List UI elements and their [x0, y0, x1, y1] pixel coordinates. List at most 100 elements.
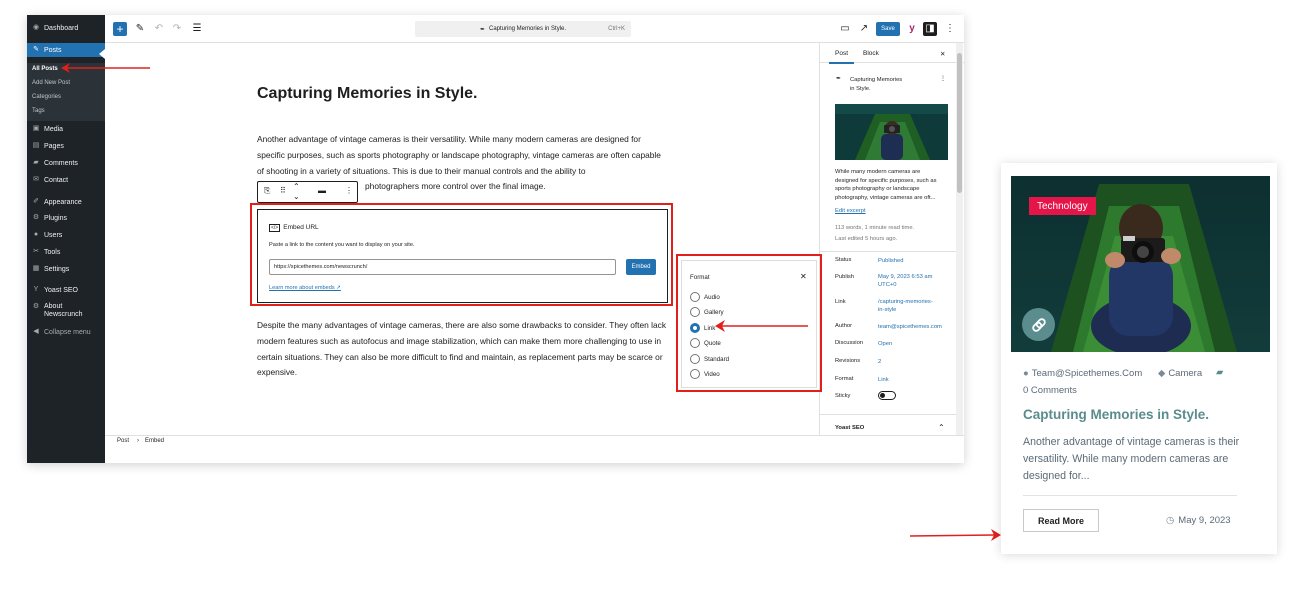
user-icon: ● [1023, 368, 1029, 379]
comment-icon: ▰ [1216, 367, 1224, 378]
card-divider [1023, 495, 1237, 496]
dashboard-icon: ◉ [32, 24, 40, 31]
format-option-link[interactable]: Link [690, 323, 715, 333]
align-icon[interactable]: ▬ [318, 186, 326, 195]
block-options-icon[interactable]: ⋮ [345, 186, 353, 195]
link-format-badge[interactable] [1022, 308, 1055, 341]
card-excerpt: Another advantage of vintage cameras is … [1023, 436, 1240, 482]
scrollbar-thumb[interactable] [957, 53, 962, 193]
document-overview-icon[interactable]: ☰ [190, 22, 204, 36]
card-title[interactable]: Capturing Memories in Style. [1023, 407, 1209, 422]
arrow-to-card [910, 529, 1001, 541]
pen-tool-icon[interactable]: ✎ [133, 22, 147, 36]
paragraph-block-2[interactable]: Despite the many advantages of vintage c… [257, 318, 669, 381]
collapse-icon: ◀ [33, 328, 39, 335]
pin-icon: ✎ [33, 46, 39, 53]
excerpt-text: While many modern cameras are designed f… [835, 169, 937, 201]
submenu-all-posts[interactable]: All Posts [32, 66, 58, 72]
external-link-icon[interactable]: ↗ [857, 22, 871, 36]
format-option-quote[interactable]: Quote [690, 338, 721, 348]
menu-users[interactable]: ● Users [27, 228, 105, 242]
submenu-tags[interactable]: Tags [32, 108, 45, 114]
wrench-icon: ✂ [33, 248, 39, 255]
embed-block-icon[interactable]: ⎘ [264, 186, 270, 196]
undo-icon[interactable]: ↶ [152, 22, 166, 36]
radio[interactable] [690, 292, 700, 302]
tab-block[interactable]: Block [863, 50, 879, 57]
preview-icon[interactable]: ▭ [838, 22, 852, 36]
status-value[interactable]: Published [878, 257, 903, 265]
submenu-categories[interactable]: Categories [32, 94, 61, 100]
format-value[interactable]: Link [878, 376, 889, 384]
link-value[interactable]: /capturing-memories-in-style [878, 298, 933, 314]
menu-appearance[interactable]: ✐ Appearance [27, 195, 105, 209]
card-comments[interactable]: 0 Comments [1023, 385, 1077, 396]
menu-dashboard[interactable]: ◉ Dashboard [27, 21, 105, 35]
radio[interactable] [690, 307, 700, 317]
category-tag[interactable]: Technology [1029, 197, 1096, 215]
edit-excerpt-link[interactable]: Edit excerpt [835, 208, 866, 214]
format-option-gallery[interactable]: Gallery [690, 307, 724, 317]
move-up-down-icon[interactable]: ⌃ ⌄ [293, 182, 300, 202]
link-icon [1031, 317, 1046, 332]
radio-selected[interactable] [690, 323, 700, 333]
revisions-value[interactable]: 2 [878, 358, 881, 366]
paragraph-block-1[interactable]: Another advantage of vintage cameras is … [257, 132, 669, 191]
breadcrumb-post[interactable]: Post [117, 438, 129, 444]
discussion-value[interactable]: Open [878, 340, 892, 348]
plugin-icon: ⚙ [32, 214, 40, 221]
yoast-panel-title[interactable]: Yoast SEO [835, 425, 864, 431]
tab-post[interactable]: Post [828, 50, 855, 64]
settings-panel-icon[interactable]: ◨ [923, 22, 937, 36]
post-summary-icon: ✒ [836, 76, 841, 82]
format-option-video[interactable]: Video [690, 369, 720, 379]
menu-yoast[interactable]: Y Yoast SEO [27, 283, 105, 297]
feather-icon: ✒ [479, 26, 485, 33]
menu-posts[interactable]: ✎ Posts [27, 43, 105, 57]
menu-comments[interactable]: ▰ Comments [27, 156, 105, 170]
menu-plugins[interactable]: ⚙ Plugins [27, 211, 105, 225]
redo-icon[interactable]: ↷ [170, 22, 184, 36]
add-block-button[interactable]: + [113, 22, 127, 36]
close-icon[interactable]: ✕ [800, 272, 807, 281]
menu-contact[interactable]: ✉ Contact [27, 173, 105, 187]
menu-settings[interactable]: ▦ Settings [27, 262, 105, 276]
chevron-up-icon[interactable]: ⌃ [938, 423, 945, 432]
tag-icon: ◆ [1158, 368, 1166, 379]
publish-value[interactable]: May 9, 2023 6:53 am UTC+0 [878, 273, 932, 289]
radio[interactable] [690, 354, 700, 364]
menu-pages[interactable]: ▤ Pages [27, 139, 105, 153]
radio[interactable] [690, 369, 700, 379]
author-value[interactable]: team@spicethemes.com [878, 323, 942, 331]
menu-collapse[interactable]: ◀ Collapse menu [27, 325, 105, 339]
settings-icon: ▦ [32, 265, 40, 272]
breadcrumb-embed[interactable]: Embed [145, 438, 164, 444]
close-icon[interactable]: ✕ [940, 50, 945, 58]
menu-tools[interactable]: ✂ Tools [27, 245, 105, 259]
post-title[interactable]: Capturing Memories in Style. [257, 85, 477, 103]
menu-about[interactable]: ⚙ About Newscrunch [27, 301, 105, 323]
more-options-icon[interactable]: ⋮ [943, 22, 957, 36]
discussion-label: Discussion [835, 340, 864, 346]
card-category[interactable]: ◆ Camera [1158, 368, 1202, 379]
sidebar-divider-2 [820, 414, 957, 415]
sidebar-tabs: Post Block ✕ [820, 43, 964, 64]
format-option-audio[interactable]: Audio [690, 292, 720, 302]
featured-image[interactable] [835, 104, 948, 160]
command-palette[interactable]: ✒ Capturing Memories in Style. Ctrl+K [415, 21, 631, 37]
breadcrumb-sep: › [137, 438, 139, 444]
read-more-button[interactable]: Read More [1023, 509, 1099, 532]
revisions-label: Revisions [835, 358, 861, 364]
summary-options-icon[interactable]: ⋮ [940, 76, 946, 82]
sidebar-scrollbar[interactable] [956, 43, 963, 435]
sticky-toggle[interactable] [878, 391, 896, 400]
card-author[interactable]: ● Team@Spicethemes.Com [1023, 368, 1142, 379]
submenu-add-new[interactable]: Add New Post [32, 80, 70, 86]
drag-handle-icon[interactable]: ⠿ [280, 186, 286, 195]
format-option-standard[interactable]: Standard [690, 354, 729, 364]
yoast-toolbar-icon[interactable]: y [905, 22, 919, 36]
menu-media[interactable]: ▣ Media [27, 122, 105, 136]
media-icon: ▣ [32, 125, 40, 132]
radio[interactable] [690, 338, 700, 348]
save-button[interactable]: Save [876, 22, 900, 36]
